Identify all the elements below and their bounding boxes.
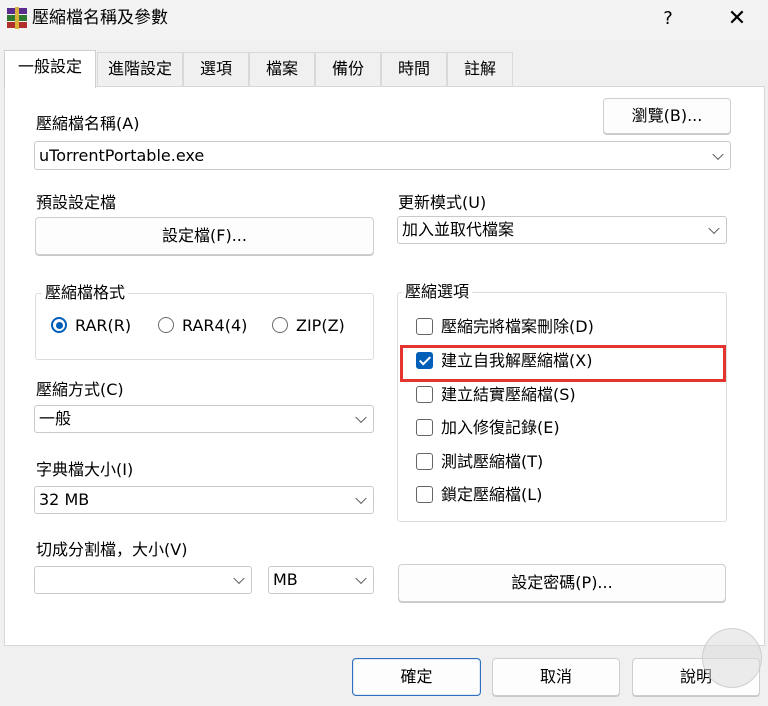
split-unit-select[interactable]: MB [268,566,374,594]
update-mode-value: 加入並取代檔案 [402,220,515,239]
profile-button[interactable]: 設定檔(F)... [35,217,374,255]
checkbox-lock-archive[interactable] [416,486,433,503]
chevron-down-icon [355,492,367,505]
method-value: 一般 [39,409,72,428]
tab-files[interactable]: 檔案 [249,52,315,86]
browse-button[interactable]: 瀏覽(B)... [603,98,731,134]
method-select[interactable]: 一般 [34,405,374,433]
archive-name-label: 壓縮檔名稱(A) [36,114,140,133]
winrar-app-icon [6,6,28,30]
checkbox-create-sfx-label: 建立自我解壓縮檔(X) [441,351,593,370]
close-icon[interactable]: ✕ [712,2,762,36]
update-mode-label: 更新模式(U) [398,193,487,212]
tab-backup[interactable]: 備份 [315,52,381,86]
ok-button[interactable]: 確定 [352,658,481,696]
dictionary-select[interactable]: 32 MB [34,486,374,514]
tab-time[interactable]: 時間 [381,52,447,86]
split-unit-value: MB [273,570,298,589]
radio-zip[interactable] [272,317,288,333]
method-label: 壓縮方式(C) [36,380,124,399]
radio-rar[interactable] [51,317,67,333]
chevron-down-icon [355,572,367,585]
chevron-down-icon [708,222,720,235]
archive-name-value: uTorrentPortable.exe [39,146,205,165]
checkbox-test-archive[interactable] [416,453,433,470]
archive-format-label: 壓縮檔格式 [42,283,129,303]
split-label: 切成分割檔，大小(V) [36,540,188,559]
split-size-combobox[interactable] [34,566,252,594]
checkbox-solid-archive[interactable] [416,386,433,403]
dictionary-label: 字典檔大小(I) [36,460,134,479]
checkbox-test-archive-label: 測試壓縮檔(T) [441,452,544,471]
radio-rar-label: RAR(R) [75,316,132,335]
checkbox-delete-after[interactable] [416,318,433,335]
checkbox-recovery-record-label: 加入修復記錄(E) [441,418,560,437]
chevron-down-icon [233,572,245,585]
set-password-button[interactable]: 設定密碼(P)... [398,564,726,602]
watermark-logo [702,628,762,688]
profile-label: 預設設定檔 [36,193,117,212]
chevron-down-icon [712,148,724,160]
checkbox-delete-after-label: 壓縮完將檔案刪除(D) [441,317,594,336]
window-title: 壓縮檔名稱及參數 [32,8,168,28]
tab-comment[interactable]: 註解 [447,52,513,86]
checkbox-solid-archive-label: 建立結實壓縮檔(S) [441,385,576,404]
archiving-options-label: 壓縮選項 [402,282,473,302]
radio-rar4-label: RAR4(4) [182,316,248,335]
checkbox-create-sfx[interactable] [416,352,433,369]
tab-options[interactable]: 選項 [183,52,249,86]
radio-zip-label: ZIP(Z) [296,316,345,335]
radio-rar4[interactable] [158,317,174,333]
update-mode-select[interactable]: 加入並取代檔案 [397,216,727,244]
archive-name-combobox[interactable]: uTorrentPortable.exe [34,141,731,170]
title-bar: 壓縮檔名稱及參數 ? ✕ [0,0,768,40]
chevron-down-icon [355,411,367,424]
cancel-button[interactable]: 取消 [492,658,620,696]
dictionary-value: 32 MB [39,490,90,509]
checkbox-lock-archive-label: 鎖定壓縮檔(L) [441,485,543,504]
tab-general[interactable]: 一般設定 [4,50,96,88]
tab-advanced[interactable]: 進階設定 [97,52,183,86]
checkbox-recovery-record[interactable] [416,419,433,436]
help-icon[interactable]: ? [650,4,686,34]
